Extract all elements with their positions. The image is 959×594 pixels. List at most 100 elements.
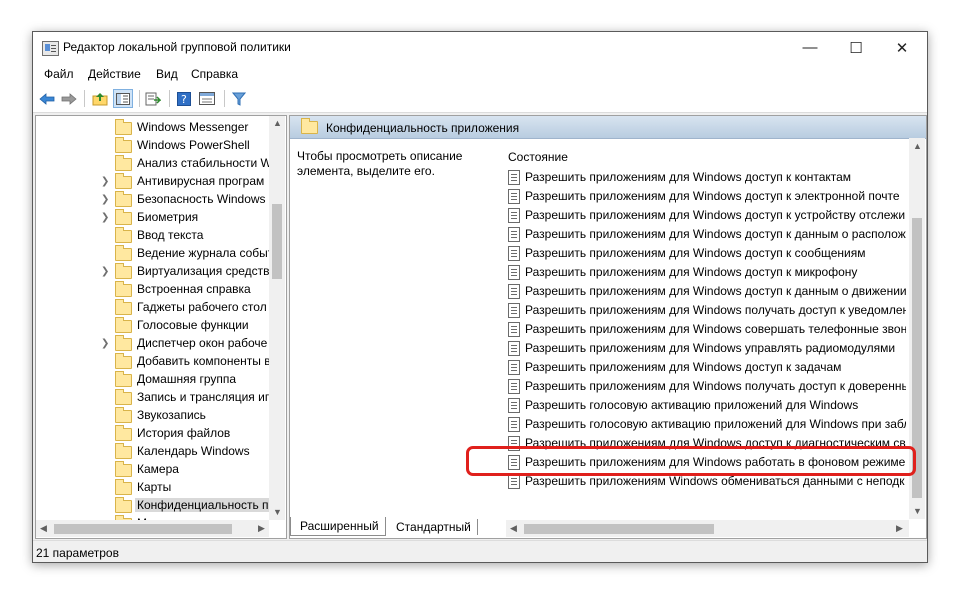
tree-item-label: Анализ стабильности W [137,156,272,170]
scroll-up-icon[interactable]: ▲ [273,118,282,128]
tree-item-label: Календарь Windows [137,444,250,458]
status-text: 21 параметров [36,546,119,560]
tab-standard[interactable]: Стандартный [390,519,478,535]
tree-item[interactable]: ❯ Антивирусная програм [36,173,269,191]
policy-label: Разрешить приложениям Windows обменивать… [525,474,905,488]
tree-item[interactable]: ❯ Биометрия [36,209,269,227]
tree-item-label: Конфиденциальность пр [135,498,278,512]
close-button[interactable]: ✕ [879,32,925,63]
title-bar[interactable]: Редактор локальной групповой политики — … [33,32,927,63]
tree-item[interactable]: История файлов [36,425,269,443]
policy-setting-icon [508,474,520,489]
tree-item-label: Домашняя группа [137,372,237,386]
policy-row[interactable]: Разрешить приложениям для Windows доступ… [506,168,906,187]
tree-item[interactable]: Звукозапись [36,407,269,425]
details-horizontal-scrollbar[interactable]: ◀ ▶ [506,520,909,537]
policy-label: Разрешить приложениям для Windows доступ… [525,227,906,241]
maximize-button[interactable]: ☐ [833,32,879,63]
tree-item[interactable]: Добавить компоненты в [36,353,271,371]
chevron-right-icon[interactable]: ❯ [101,194,109,205]
tree-hscroll-thumb[interactable] [54,524,232,534]
policy-label: Разрешить голосовую активацию приложений… [525,398,859,412]
menu-file[interactable]: Файл [44,67,74,81]
column-header-state[interactable]: Состояние [508,150,568,164]
folder-icon [115,407,132,423]
menu-action[interactable]: Действие [88,67,141,81]
back-arrow-icon[interactable] [37,89,57,108]
scroll-down-icon[interactable]: ▼ [273,507,282,517]
show-hide-tree-icon[interactable] [113,89,133,108]
policy-setting-icon [508,341,520,356]
tree-scroll-thumb[interactable] [272,204,282,279]
tree-item[interactable]: Домашняя группа [36,371,269,389]
details-hscroll-thumb[interactable] [524,524,714,534]
scroll-down-icon[interactable]: ▼ [913,506,922,516]
policy-setting-icon [508,417,520,432]
chevron-right-icon[interactable]: ❯ [101,266,109,277]
tree-item[interactable]: Камера [36,461,269,479]
tree-item[interactable]: Запись и трансляция иг [36,389,269,407]
scroll-left-icon[interactable]: ◀ [40,523,47,534]
menu-help[interactable]: Справка [191,67,238,81]
policy-row[interactable]: Разрешить голосовую активацию приложений… [506,396,906,415]
minimize-button[interactable]: — [787,32,833,63]
scroll-right-icon[interactable]: ▶ [896,523,903,534]
toolbar: ? [33,85,927,113]
tree-item[interactable]: Встроенная справка [36,281,269,299]
policy-row[interactable]: Разрешить приложениям для Windows доступ… [506,263,906,282]
export-list-icon[interactable] [143,89,163,108]
up-folder-icon[interactable] [90,89,110,108]
chevron-right-icon[interactable]: ❯ [101,176,109,187]
folder-icon [115,389,132,405]
policy-row[interactable]: Разрешить приложениям для Windows доступ… [506,282,906,301]
folder-icon [115,335,132,351]
tree-item-label: Биометрия [137,210,199,224]
folder-icon [115,353,132,369]
tree-item[interactable]: Анализ стабильности W [36,155,272,173]
tree-item[interactable]: ❯ Виртуализация средств [36,263,270,281]
policy-row[interactable]: Разрешить приложениям для Windows получа… [506,301,906,320]
chevron-right-icon[interactable]: ❯ [101,338,109,349]
forward-arrow-icon[interactable] [59,89,79,108]
policy-row[interactable]: Разрешить приложениям для Windows управл… [506,339,906,358]
tree-item[interactable]: ❯ Безопасность Windows [36,191,269,209]
scroll-right-icon[interactable]: ▶ [258,523,265,534]
folder-icon [115,317,132,333]
tree-item[interactable]: Конфиденциальность пр [36,497,278,515]
filter-icon[interactable] [229,89,249,108]
policy-label: Разрешить приложениям для Windows доступ… [525,189,900,203]
folder-icon [115,209,132,225]
tree-item[interactable]: Гаджеты рабочего стол [36,299,269,317]
policy-row[interactable]: Разрешить приложениям для Windows доступ… [506,206,906,225]
tree-vertical-scrollbar[interactable]: ▲ ▼ [269,116,285,520]
policy-row[interactable]: Разрешить приложениям для Windows соверш… [506,320,906,339]
tree-item-label: Диспетчер окон рабоче [137,336,268,350]
tree-item[interactable]: Голосовые функции [36,317,269,335]
properties-icon[interactable] [197,89,217,108]
policy-row[interactable]: Разрешить голосовую активацию приложений… [506,415,906,434]
policy-row[interactable]: Разрешить приложениям для Windows доступ… [506,358,906,377]
menu-view[interactable]: Вид [156,67,178,81]
tree-item[interactable]: Ввод текста [36,227,269,245]
policy-row[interactable]: Разрешить приложениям для Windows доступ… [506,225,906,244]
policy-setting-icon [508,227,520,242]
highlight-annotation [466,446,916,476]
policy-row[interactable]: Разрешить приложениям для Windows получа… [506,377,906,396]
folder-icon [301,118,318,134]
tab-extended[interactable]: Расширенный [290,517,386,536]
policy-setting-icon [508,284,520,299]
chevron-right-icon[interactable]: ❯ [101,212,109,223]
tree-item[interactable]: Windows Messenger [36,119,269,137]
tree-item[interactable]: Карты [36,479,269,497]
tree-item[interactable]: Календарь Windows [36,443,269,461]
tree-item[interactable]: ❯ Диспетчер окон рабоче [36,335,269,353]
tree-item[interactable]: Windows PowerShell [36,137,269,155]
folder-icon [115,299,132,315]
policy-row[interactable]: Разрешить приложениям для Windows доступ… [506,244,906,263]
policy-row[interactable]: Разрешить приложениям для Windows доступ… [506,187,906,206]
help-icon[interactable]: ? [174,89,194,108]
tree-horizontal-scrollbar[interactable]: ◀ ▶ [36,520,269,537]
scroll-left-icon[interactable]: ◀ [510,523,517,534]
tree-item[interactable]: Ведение журнала событ [36,245,273,263]
scroll-up-icon[interactable]: ▲ [913,141,922,151]
